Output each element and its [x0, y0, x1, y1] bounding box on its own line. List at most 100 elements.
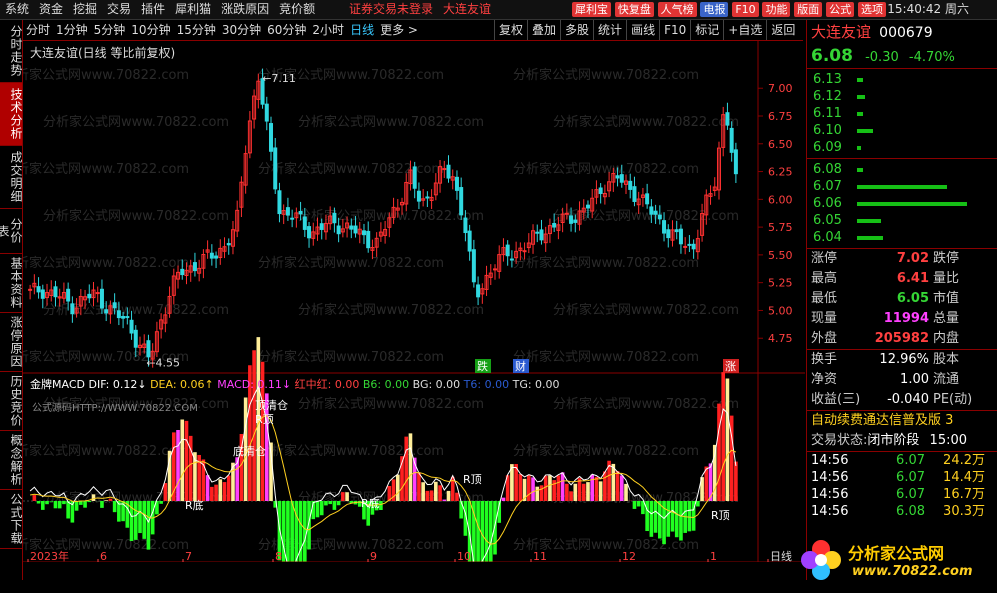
- tab-intraday[interactable]: 分时走势: [0, 20, 23, 83]
- menu-item-xilimao[interactable]: 犀利猫: [170, 0, 216, 19]
- bid-row[interactable]: 6.06: [807, 195, 997, 212]
- stats2-value: 12.96%: [879, 352, 929, 367]
- tick-time: 14:56: [811, 504, 849, 519]
- period-more[interactable]: 更多 >: [377, 20, 421, 40]
- tab-price-table[interactable]: 分价表: [0, 209, 23, 254]
- candle-body: [36, 286, 41, 293]
- menu-item-trade[interactable]: 交易: [102, 0, 136, 19]
- period-1min[interactable]: 1分钟: [53, 20, 91, 40]
- bid-row[interactable]: 6.07: [807, 178, 997, 195]
- formula-button[interactable]: 公式: [826, 2, 855, 17]
- flower-logo-icon: [801, 540, 841, 580]
- indicator-name[interactable]: 金牌MACD: [30, 378, 85, 391]
- bid-row[interactable]: 6.04: [807, 229, 997, 246]
- menu-item-auction[interactable]: 竞价额: [274, 0, 320, 19]
- tab-formula-download[interactable]: 公式下载: [0, 490, 23, 549]
- stats2-label-2: 流通: [933, 372, 960, 387]
- overlay-button[interactable]: 叠加: [527, 20, 560, 40]
- login-warning[interactable]: 证券交易未登录: [344, 0, 438, 19]
- back-button[interactable]: 返回: [766, 20, 799, 40]
- watermark-text: 分析家公式网www.70822.com: [23, 443, 189, 459]
- period-daily[interactable]: 日线: [347, 20, 377, 40]
- layout-button[interactable]: 版面: [794, 2, 823, 17]
- restore-rights-button[interactable]: 复权: [494, 20, 527, 40]
- menu-item-mining[interactable]: 挖掘: [68, 0, 102, 19]
- candle-body: [674, 229, 679, 233]
- price-change-pct: -4.70%: [908, 50, 955, 65]
- period-30min[interactable]: 30分钟: [219, 20, 264, 40]
- tab-limit-reasons[interactable]: 涨停原因: [0, 313, 23, 372]
- draw-line-button[interactable]: 画线: [626, 20, 659, 40]
- statistics-button[interactable]: 统计: [593, 20, 626, 40]
- menu-item-system[interactable]: 系统: [0, 0, 34, 19]
- mark-button[interactable]: 标记: [690, 20, 723, 40]
- candle-body: [666, 229, 671, 239]
- tick-price: 6.07: [896, 487, 925, 502]
- menu-bar: 系统 资金 挖掘 交易 插件 犀利猫 涨跌原因 竞价额 证券交易未登录 大连友谊 犀利宝 快复盘…: [0, 0, 997, 20]
- period-60min[interactable]: 60分钟: [264, 20, 309, 40]
- stock-link[interactable]: 大连友谊: [438, 0, 496, 19]
- stats-label: 最高: [811, 271, 838, 286]
- add-watchlist-button[interactable]: +自选: [723, 20, 766, 40]
- candle-body: [729, 127, 734, 153]
- bid-row[interactable]: 6.05: [807, 212, 997, 229]
- tab-auction-history[interactable]: 历史竞价: [0, 372, 23, 431]
- tab-technical[interactable]: 技术分析: [0, 83, 23, 146]
- menu-item-funds[interactable]: 资金: [34, 0, 68, 19]
- watermark-text: 分析家公式网www.70822.com: [553, 114, 739, 130]
- ask-row[interactable]: 6.11: [807, 105, 997, 122]
- watermark-text: 分析家公式网www.70822.com: [258, 349, 444, 365]
- book-volume-bar: [857, 128, 873, 133]
- watermark-text: 分析家公式网www.70822.com: [43, 208, 229, 224]
- watermark-text: 分析家公式网www.70822.com: [513, 161, 699, 177]
- ask-row[interactable]: 6.09: [807, 139, 997, 156]
- fupan-button[interactable]: 快复盘: [614, 2, 654, 17]
- candle-body: [564, 212, 569, 215]
- telegram-button[interactable]: 电报: [700, 2, 729, 17]
- ask-row[interactable]: 6.13: [807, 71, 997, 88]
- signal-annotation: R底: [185, 498, 204, 512]
- y-tick-label: 5.50: [768, 249, 793, 262]
- stats-label-2: 跌停: [933, 251, 960, 266]
- ask-row[interactable]: 6.12: [807, 88, 997, 105]
- multi-stock-button[interactable]: 多股: [560, 20, 593, 40]
- period-2hour[interactable]: 2小时: [309, 20, 347, 40]
- popularity-button[interactable]: 人气榜: [657, 2, 697, 17]
- tick-price: 6.07: [896, 453, 925, 468]
- tab-profile[interactable]: 基本资料: [0, 254, 23, 313]
- tick-volume: 30.3万: [943, 504, 985, 519]
- period-15min[interactable]: 15分钟: [174, 20, 219, 40]
- menu-item-reasons[interactable]: 涨跌原因: [216, 0, 274, 19]
- candle-body: [691, 243, 696, 250]
- stats2-row: 净资 1.00 流通: [807, 370, 997, 390]
- xilibao-button[interactable]: 犀利宝: [572, 2, 611, 17]
- book-volume-bar: [857, 218, 881, 223]
- stats-label: 现量: [811, 311, 838, 326]
- f10-button[interactable]: F10: [732, 2, 759, 17]
- candle-body: [628, 180, 633, 190]
- bid-row[interactable]: 6.08: [807, 161, 997, 178]
- period-10min[interactable]: 10分钟: [128, 20, 173, 40]
- stats-label-2: 量比: [933, 271, 960, 286]
- ask-row[interactable]: 6.10: [807, 122, 997, 139]
- promo-banner[interactable]: 自动续费通达信普及版 3: [807, 411, 997, 431]
- kline-chart[interactable]: 分析家公式网www.70822.com 分析家公式网www.70822.com 分析…: [23, 41, 805, 562]
- options-button[interactable]: 选项: [857, 2, 886, 17]
- y-tick-label: 6.00: [768, 193, 793, 206]
- candle-body: [471, 249, 476, 283]
- candle-body: [416, 190, 421, 202]
- x-tick-label: 8: [275, 550, 282, 562]
- function-button[interactable]: 功能: [762, 2, 791, 17]
- period-intraday[interactable]: 分时: [23, 20, 53, 40]
- menu-item-plugins[interactable]: 插件: [136, 0, 170, 19]
- period-5min[interactable]: 5分钟: [91, 20, 129, 40]
- book-volume-bar: [857, 94, 865, 99]
- f10-toolbar-button[interactable]: F10: [659, 20, 690, 40]
- tab-concepts[interactable]: 概念解析: [0, 431, 23, 490]
- signal-annotation: 顶清仓: [255, 398, 288, 412]
- y-tick-label: 5.00: [768, 304, 793, 317]
- stats2-value: 1.00: [900, 372, 929, 387]
- tick-list: 14:56 6.07 24.2万 14:56 6.07 14.4万 14:56 6.07 16.…: [807, 452, 997, 520]
- tab-ticks[interactable]: 成交明细: [0, 146, 23, 209]
- watermark-text: 分析家公式网www.70822.com: [258, 443, 444, 459]
